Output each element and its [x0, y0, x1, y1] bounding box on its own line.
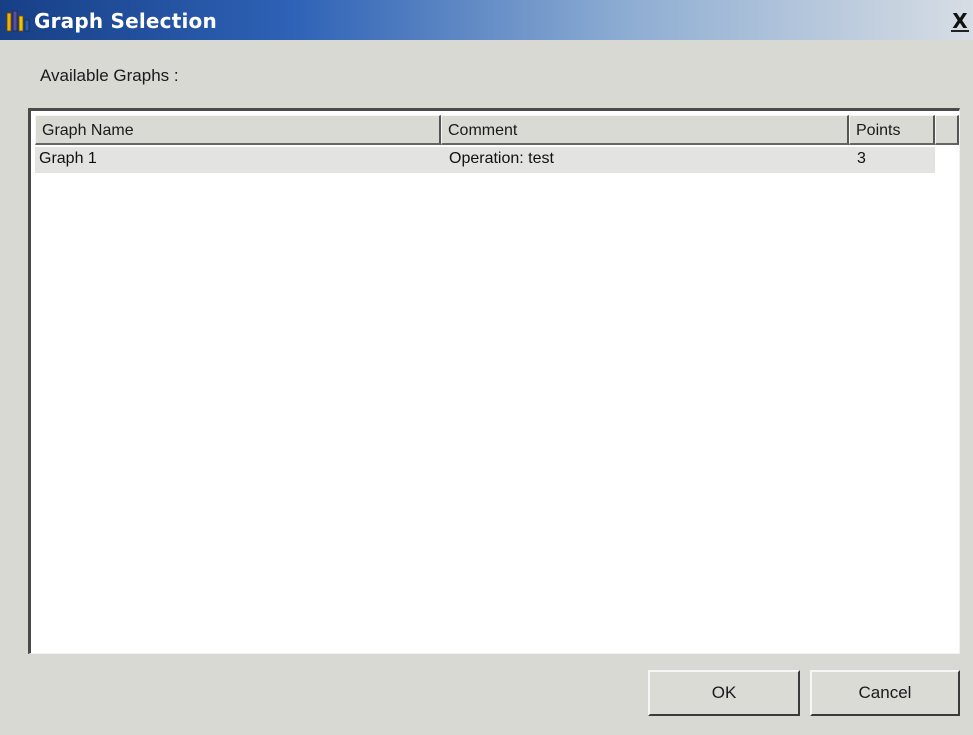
- ok-button[interactable]: OK: [648, 670, 800, 716]
- cell-comment: Operation: test: [449, 150, 554, 167]
- column-header-comment[interactable]: Comment: [441, 115, 849, 145]
- cell-points: 3: [857, 150, 866, 167]
- available-graphs-label: Available Graphs :: [40, 66, 179, 85]
- window-title: Graph Selection: [34, 9, 217, 33]
- title-bar[interactable]: Graph Selection X: [0, 0, 973, 40]
- column-header-filler: [935, 115, 959, 145]
- graph-list[interactable]: Graph Name Comment Points Graph 1 Operat…: [28, 108, 960, 654]
- cancel-button[interactable]: Cancel: [810, 670, 960, 716]
- table-row[interactable]: Graph 1 Operation: test 3: [35, 147, 935, 173]
- close-icon[interactable]: X: [951, 11, 969, 32]
- column-header-points[interactable]: Points: [849, 115, 935, 145]
- graph-app-icon: [6, 10, 30, 32]
- column-header-graph-name[interactable]: Graph Name: [35, 115, 441, 145]
- list-header: Graph Name Comment Points: [35, 115, 959, 145]
- cell-graph-name: Graph 1: [39, 150, 97, 167]
